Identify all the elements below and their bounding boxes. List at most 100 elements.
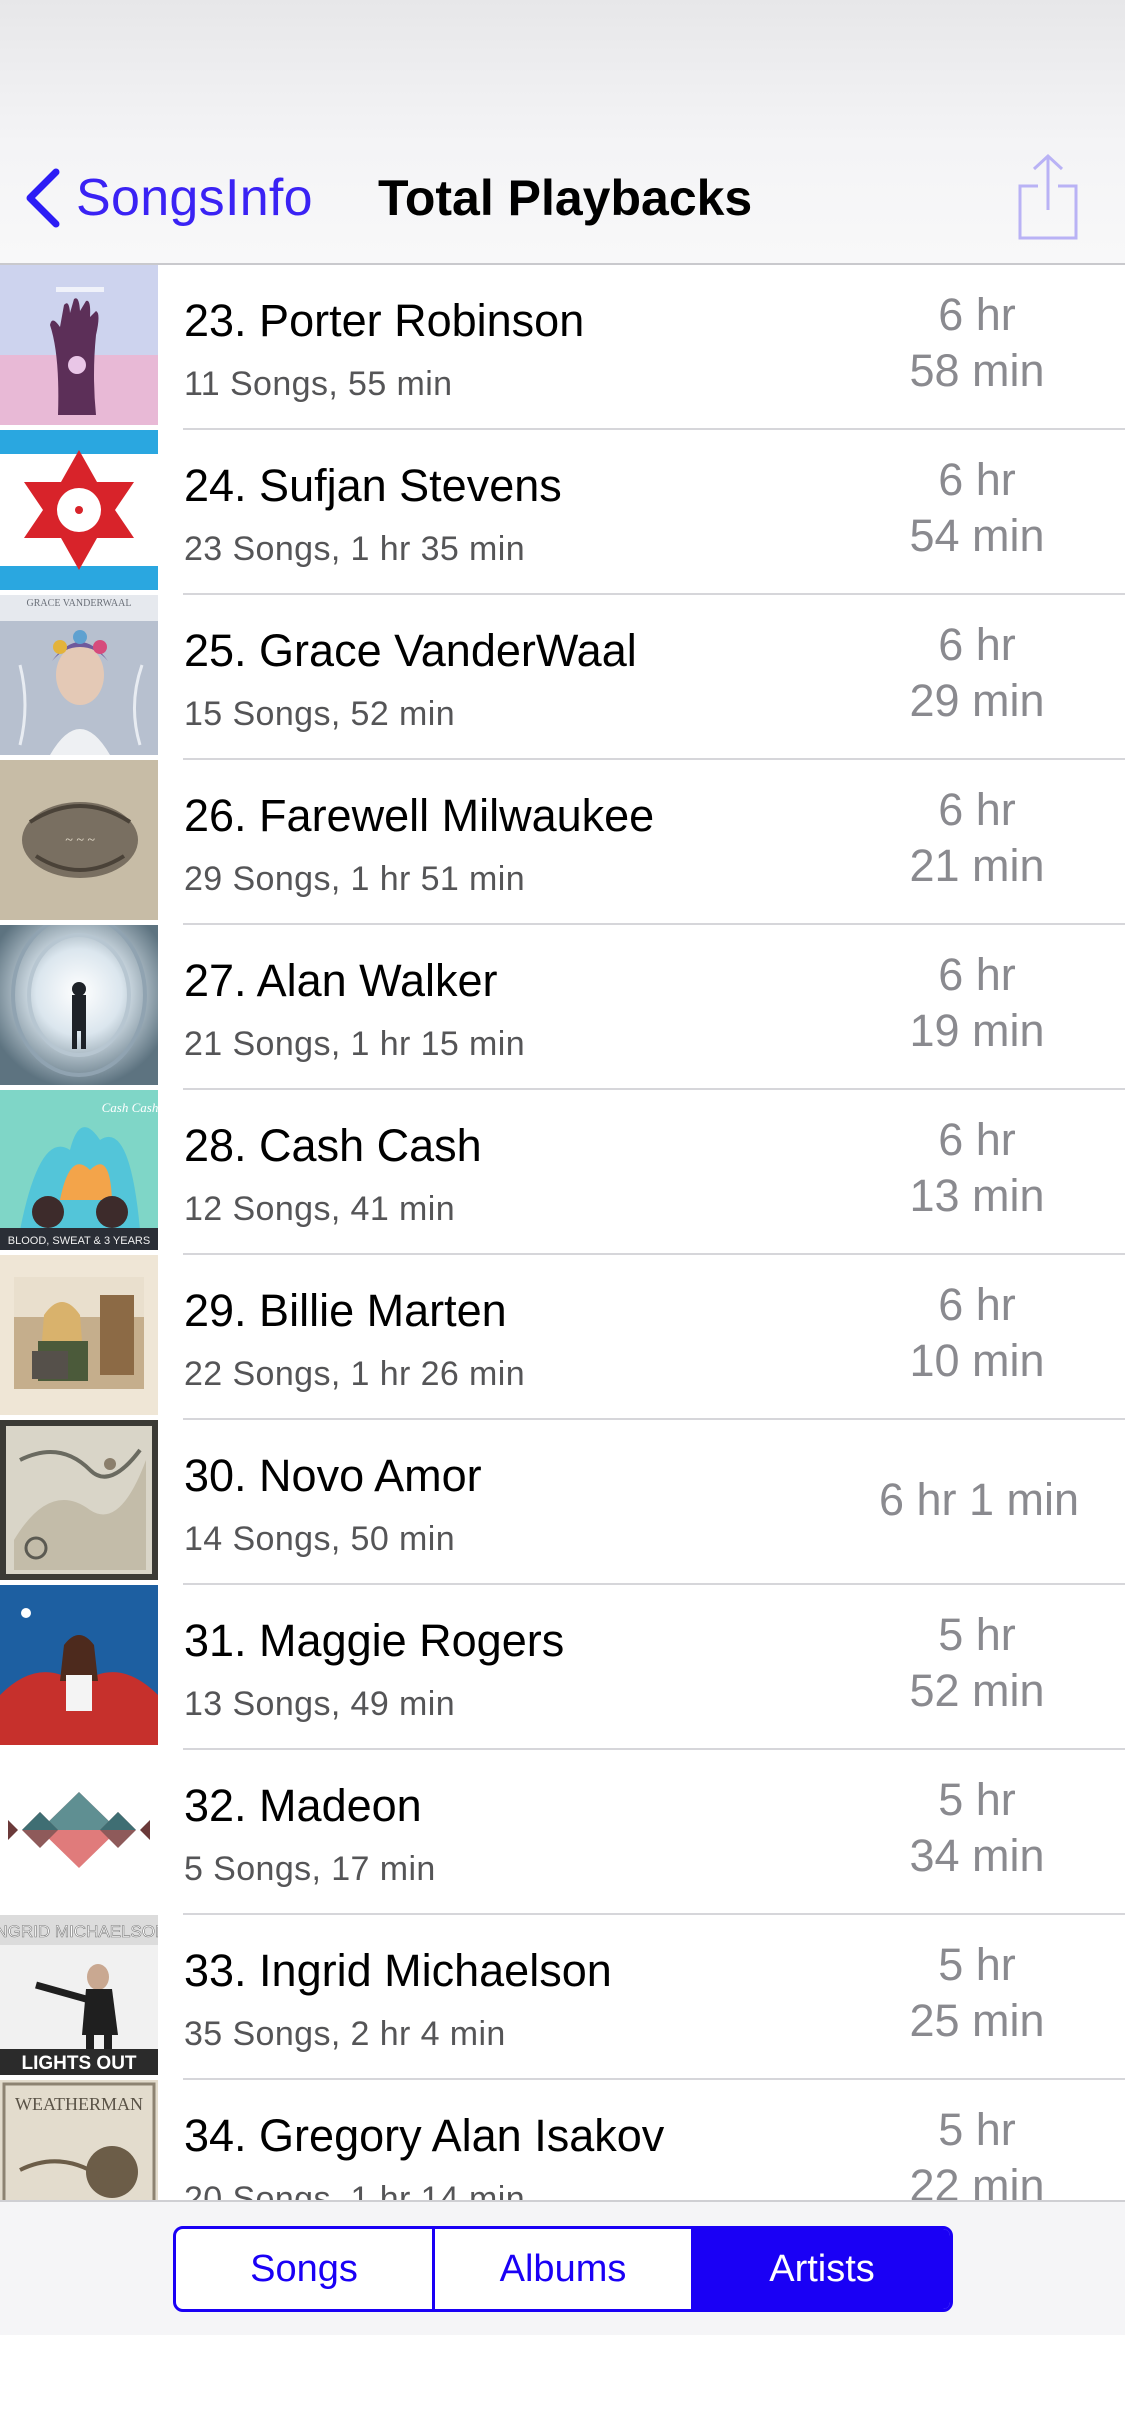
page-title: Total Playbacks bbox=[378, 170, 753, 226]
album-artwork: WEATHERMAN bbox=[0, 2080, 158, 2200]
share-button[interactable] bbox=[1016, 152, 1080, 242]
artist-summary: 22 Songs, 1 hr 26 min bbox=[184, 1355, 526, 1393]
album-artwork: INGRID MICHAELSON LIGHTS OUT bbox=[0, 1915, 158, 2075]
table-row[interactable]: 23. Porter Robinson 11 Songs, 55 min 6 h… bbox=[0, 265, 1125, 430]
artist-summary: 23 Songs, 1 hr 35 min bbox=[184, 530, 526, 568]
table-row[interactable]: INGRID MICHAELSON LIGHTS OUT 33. Ingrid … bbox=[0, 1915, 1125, 2080]
duration-minutes: 22 min bbox=[909, 2160, 1045, 2200]
duration-hours: 6 hr bbox=[938, 619, 1016, 670]
total-playback-duration: 5 hr 22 min bbox=[877, 2102, 1077, 2200]
total-playback-duration: 6 hr 13 min bbox=[877, 1112, 1077, 1224]
artist-summary: 12 Songs, 41 min bbox=[184, 1190, 456, 1228]
table-row[interactable]: 32. Madeon 5 Songs, 17 min 5 hr 34 min bbox=[0, 1750, 1125, 1915]
artwork-text: WEATHERMAN bbox=[15, 2094, 143, 2114]
category-segmented-control[interactable]: Songs Albums Artists bbox=[173, 2226, 953, 2312]
artist-summary: 13 Songs, 49 min bbox=[184, 1685, 456, 1723]
segment-songs[interactable]: Songs bbox=[176, 2229, 432, 2309]
total-playback-duration: 6 hr 1 min bbox=[849, 1472, 1109, 1528]
table-row[interactable]: 30. Novo Amor 14 Songs, 50 min 6 hr 1 mi… bbox=[0, 1420, 1125, 1585]
artist-summary: 29 Songs, 1 hr 51 min bbox=[184, 860, 526, 898]
duration-hours: 5 hr bbox=[938, 1774, 1016, 1825]
artist-name: 33. Ingrid Michaelson bbox=[184, 1945, 612, 1996]
duration-hours: 6 hr bbox=[938, 1279, 1016, 1330]
album-artwork bbox=[0, 1255, 158, 1415]
total-playback-duration: 6 hr 58 min bbox=[877, 287, 1077, 399]
table-row[interactable]: BLOOD, SWEAT & 3 YEARS Cash Cash 28. Cas… bbox=[0, 1090, 1125, 1255]
artist-summary: 20 Songs, 1 hr 14 min bbox=[184, 2180, 526, 2200]
album-artwork bbox=[0, 1750, 158, 1910]
segment-albums[interactable]: Albums bbox=[432, 2229, 691, 2309]
duration-minutes: 10 min bbox=[909, 1335, 1045, 1386]
total-playback-duration: 5 hr 34 min bbox=[877, 1772, 1077, 1884]
artist-summary: 5 Songs, 17 min bbox=[184, 1850, 436, 1888]
duration-minutes: 52 min bbox=[909, 1665, 1045, 1716]
bottom-toolbar: Songs Albums Artists bbox=[0, 2200, 1125, 2335]
duration-minutes: 34 min bbox=[909, 1830, 1045, 1881]
duration-minutes: 29 min bbox=[909, 675, 1045, 726]
artwork-text: INGRID MICHAELSON bbox=[0, 1922, 158, 1941]
total-playback-duration: 5 hr 25 min bbox=[877, 1937, 1077, 2049]
duration-minutes: 21 min bbox=[909, 840, 1045, 891]
total-playback-duration: 6 hr 21 min bbox=[877, 782, 1077, 894]
album-artwork bbox=[0, 1420, 158, 1580]
chevron-left-icon bbox=[26, 168, 60, 228]
artist-name: 29. Billie Marten bbox=[184, 1285, 507, 1336]
table-row[interactable]: ~ ~ ~ 26. Farewell Milwaukee 29 Songs, 1… bbox=[0, 760, 1125, 925]
total-playback-duration: 6 hr 29 min bbox=[877, 617, 1077, 729]
table-row[interactable]: 27. Alan Walker 21 Songs, 1 hr 15 min 6 … bbox=[0, 925, 1125, 1090]
table-row[interactable]: 29. Billie Marten 22 Songs, 1 hr 26 min … bbox=[0, 1255, 1125, 1420]
artist-name: 28. Cash Cash bbox=[184, 1120, 482, 1171]
segment-artists[interactable]: Artists bbox=[691, 2229, 950, 2309]
home-indicator-area bbox=[0, 2335, 1125, 2436]
album-artwork bbox=[0, 925, 158, 1085]
artist-name: 24. Sufjan Stevens bbox=[184, 460, 562, 511]
album-artwork bbox=[0, 1585, 158, 1745]
artist-name: 23. Porter Robinson bbox=[184, 295, 585, 346]
duration-minutes: 58 min bbox=[909, 345, 1045, 396]
duration-hours: 5 hr bbox=[938, 2104, 1016, 2155]
duration-hours: 6 hr bbox=[938, 949, 1016, 1000]
table-row[interactable]: WEATHERMAN 34. Gregory Alan Isakov 20 So… bbox=[0, 2080, 1125, 2200]
duration-hours: 6 hr bbox=[938, 454, 1016, 505]
duration-minutes: 25 min bbox=[909, 1995, 1045, 2046]
svg-text:~ ~ ~: ~ ~ ~ bbox=[65, 833, 95, 848]
artist-name: 26. Farewell Milwaukee bbox=[184, 790, 655, 841]
back-button-label: SongsInfo bbox=[76, 169, 313, 227]
table-row[interactable]: GRACE VANDERWAAL 25. Grace VanderWaal 15… bbox=[0, 595, 1125, 760]
duration-minutes: 19 min bbox=[909, 1005, 1045, 1056]
duration-hours: 5 hr bbox=[938, 1939, 1016, 1990]
duration-minutes: 13 min bbox=[909, 1170, 1045, 1221]
total-playback-duration: 6 hr 10 min bbox=[877, 1277, 1077, 1389]
album-artwork: BLOOD, SWEAT & 3 YEARS Cash Cash bbox=[0, 1090, 158, 1250]
album-artwork bbox=[0, 265, 158, 425]
duration-hours: 6 hr 1 min bbox=[878, 1474, 1080, 1525]
table-row[interactable]: 31. Maggie Rogers 13 Songs, 49 min 5 hr … bbox=[0, 1585, 1125, 1750]
total-playback-duration: 5 hr 52 min bbox=[877, 1607, 1077, 1719]
duration-hours: 6 hr bbox=[938, 1114, 1016, 1165]
duration-minutes: 54 min bbox=[909, 510, 1045, 561]
duration-hours: 5 hr bbox=[938, 1609, 1016, 1660]
artist-name: 32. Madeon bbox=[184, 1780, 422, 1831]
artist-name: 30. Novo Amor bbox=[184, 1450, 482, 1501]
artist-name: 27. Alan Walker bbox=[184, 955, 498, 1006]
artist-name: 25. Grace VanderWaal bbox=[184, 625, 637, 676]
artist-name: 31. Maggie Rogers bbox=[184, 1615, 565, 1666]
screen: SongsInfo Total Playbacks 23. Porter Rob… bbox=[0, 0, 1125, 2436]
duration-hours: 6 hr bbox=[938, 289, 1016, 340]
navigation-bar: SongsInfo Total Playbacks bbox=[0, 0, 1125, 265]
artwork-text: GRACE VANDERWAAL bbox=[27, 598, 132, 609]
artist-summary: 11 Songs, 55 min bbox=[184, 365, 453, 403]
duration-hours: 6 hr bbox=[938, 784, 1016, 835]
album-artwork: GRACE VANDERWAAL bbox=[0, 595, 158, 755]
artist-list[interactable]: 23. Porter Robinson 11 Songs, 55 min 6 h… bbox=[0, 265, 1125, 2200]
artist-summary: 15 Songs, 52 min bbox=[184, 695, 456, 733]
artist-name: 34. Gregory Alan Isakov bbox=[184, 2110, 665, 2161]
album-artwork: ~ ~ ~ bbox=[0, 760, 158, 920]
share-icon bbox=[1018, 153, 1078, 240]
total-playback-duration: 6 hr 54 min bbox=[877, 452, 1077, 564]
artist-summary: 35 Songs, 2 hr 4 min bbox=[184, 2015, 506, 2053]
artist-summary: 21 Songs, 1 hr 15 min bbox=[184, 1025, 526, 1063]
table-row[interactable]: 24. Sufjan Stevens 23 Songs, 1 hr 35 min… bbox=[0, 430, 1125, 595]
album-artwork bbox=[0, 430, 158, 590]
back-button[interactable]: SongsInfo bbox=[22, 162, 313, 234]
